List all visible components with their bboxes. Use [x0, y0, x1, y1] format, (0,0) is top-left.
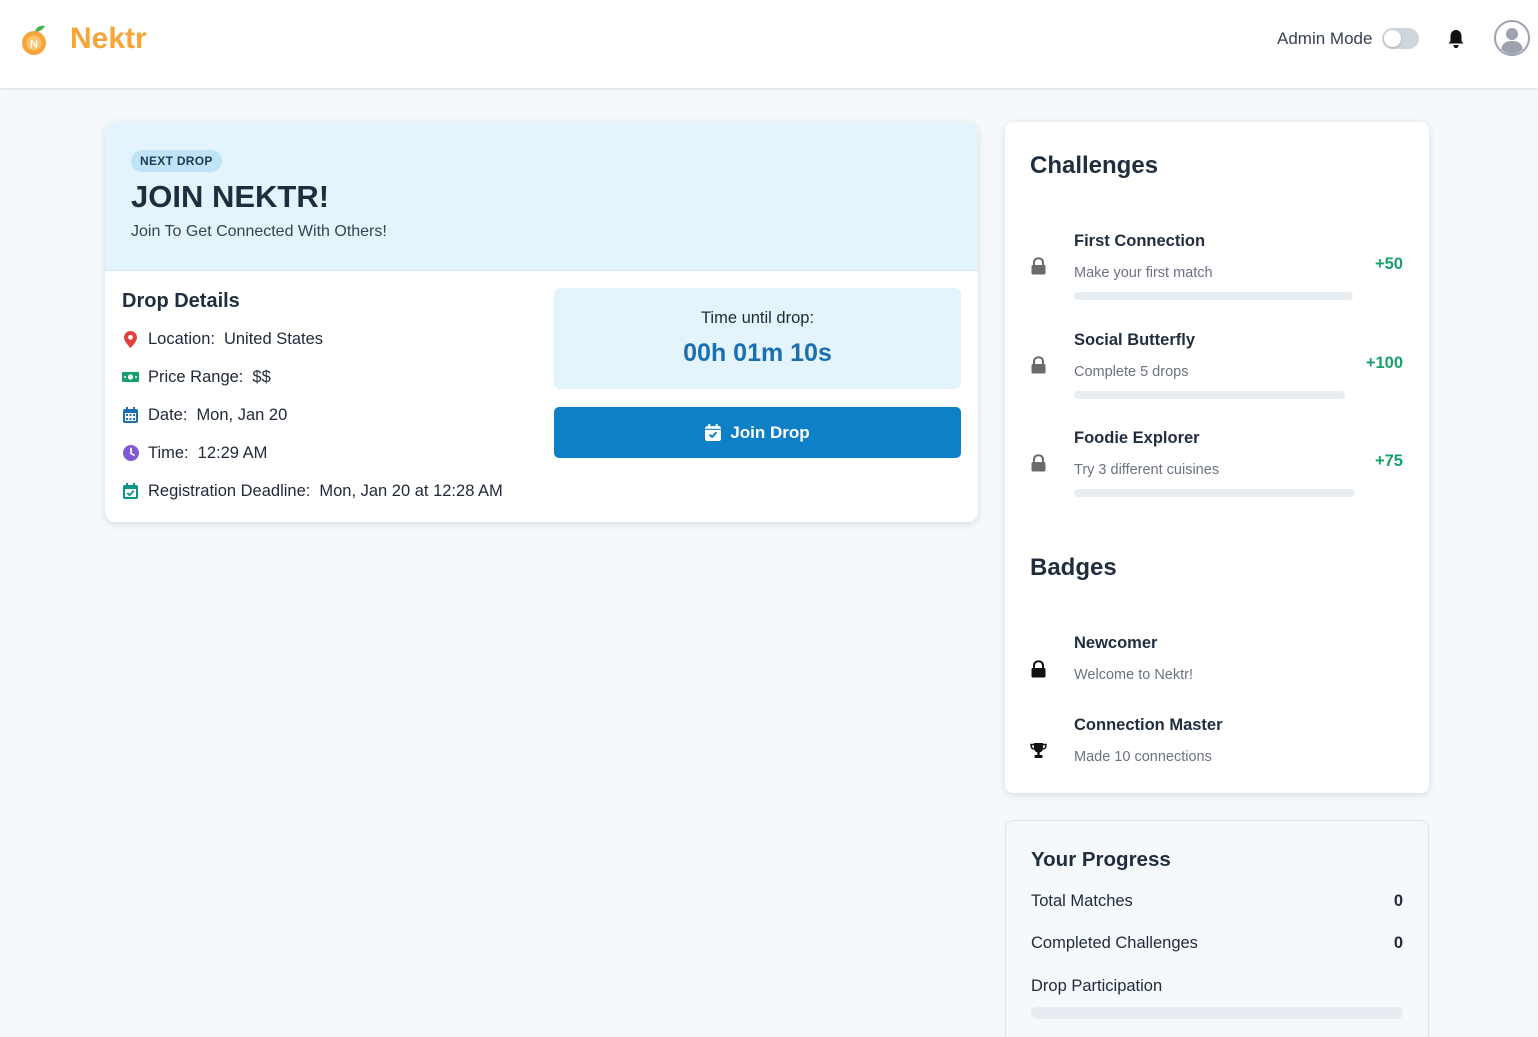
detail-value: Mon, Jan 20 at 12:28 AM: [319, 481, 503, 500]
join-drop-button[interactable]: Join Drop: [554, 407, 961, 458]
lock-icon: [1030, 454, 1047, 472]
challenge-name: Foodie Explorer: [1074, 429, 1200, 447]
badge-desc: Made 10 connections: [1074, 749, 1212, 765]
challenge-desc: Try 3 different cuisines: [1074, 462, 1220, 478]
progress-row-drop-participation: Drop Participation: [1031, 977, 1403, 996]
countdown-value: 00h 01m 10s: [683, 339, 832, 367]
lock-icon: [1030, 257, 1047, 275]
countdown-box: Time until drop: 00h 01m 10s: [554, 288, 961, 389]
lock-icon: [1030, 660, 1047, 678]
user-avatar-icon[interactable]: [1494, 20, 1530, 56]
next-drop-pill: NEXT DROP: [131, 150, 222, 172]
badge-desc: Welcome to Nektr!: [1074, 667, 1193, 683]
drop-details-title: Drop Details: [122, 290, 240, 312]
detail-value: Mon, Jan 20: [196, 405, 288, 424]
challenge-points: +100: [1365, 354, 1403, 372]
challenge-progress-bar: [1074, 292, 1353, 300]
progress-title: Your Progress: [1031, 848, 1171, 871]
detail-registration-deadline: Registration Deadline: Mon, Jan 20 at 12…: [122, 480, 503, 502]
badges-title: Badges: [1030, 554, 1117, 581]
challenge-desc: Make your first match: [1074, 265, 1213, 281]
calendar-icon: [122, 407, 139, 424]
challenges-badges-card: Challenges First Connection Make your fi…: [1005, 122, 1429, 793]
challenge-name: Social Butterfly: [1074, 331, 1196, 349]
challenge-name: First Connection: [1074, 232, 1206, 250]
drop-title: JOIN NEKTR!: [131, 179, 330, 214]
progress-row-total-matches: Total Matches 0: [1031, 892, 1403, 911]
challenge-item[interactable]: First Connection Make your first match +…: [1005, 232, 1429, 302]
progress-label: Completed Challenges: [1031, 934, 1198, 952]
next-drop-card: NEXT DROP JOIN NEKTR! Join To Get Connec…: [105, 122, 978, 522]
badge-name: Newcomer: [1074, 634, 1158, 652]
lock-icon: [1030, 356, 1047, 374]
join-drop-label: Join Drop: [730, 422, 810, 442]
detail-price-range: Price Range: $$: [122, 366, 271, 388]
challenge-progress-bar: [1074, 391, 1345, 399]
detail-date: Date: Mon, Jan 20: [122, 404, 287, 426]
challenge-points: +50: [1375, 255, 1403, 273]
progress-label: Drop Participation: [1031, 977, 1163, 995]
progress-label: Total Matches: [1031, 892, 1133, 910]
progress-row-completed-challenges: Completed Challenges 0: [1031, 934, 1403, 953]
detail-value: $$: [252, 367, 271, 386]
progress-value: 0: [1393, 934, 1403, 952]
toggle-knob: [1384, 30, 1401, 47]
countdown-label: Time until drop:: [700, 309, 815, 327]
drop-subtitle: Join To Get Connected With Others!: [131, 223, 387, 240]
map-pin-icon: [122, 330, 139, 348]
challenge-points: +75: [1375, 452, 1403, 470]
detail-time: Time: 12:29 AM: [122, 442, 267, 464]
challenge-progress-bar: [1074, 489, 1355, 497]
challenges-title: Challenges: [1030, 152, 1159, 179]
calendar-check-icon: [705, 424, 722, 441]
drop-banner: NEXT DROP JOIN NEKTR! Join To Get Connec…: [105, 122, 978, 271]
badge-name: Connection Master: [1074, 716, 1223, 734]
badge-item[interactable]: Newcomer Welcome to Nektr!: [1005, 634, 1429, 694]
brand-name[interactable]: Nektr: [70, 22, 147, 56]
your-progress-card: Your Progress Total Matches 0 Completed …: [1005, 820, 1429, 1037]
svg-text:N: N: [30, 39, 38, 51]
admin-mode-label: Admin Mode: [1277, 29, 1373, 48]
detail-label: Location:: [148, 329, 215, 348]
challenge-item[interactable]: Social Butterfly Complete 5 drops +100: [1005, 331, 1429, 401]
admin-mode-toggle[interactable]: [1382, 28, 1419, 49]
peach-logo-icon[interactable]: N: [20, 24, 50, 56]
badge-item[interactable]: Connection Master Made 10 connections: [1005, 716, 1429, 776]
challenge-desc: Complete 5 drops: [1074, 364, 1189, 380]
detail-label: Price Range:: [148, 367, 244, 386]
challenge-item[interactable]: Foodie Explorer Try 3 different cuisines…: [1005, 429, 1429, 499]
detail-value: United States: [223, 329, 324, 348]
progress-value: 0: [1393, 892, 1403, 910]
clock-icon: [122, 445, 139, 462]
detail-value: 12:29 AM: [197, 443, 268, 462]
detail-label: Time:: [148, 443, 189, 462]
calendar-check-icon: [122, 483, 139, 500]
detail-label: Date:: [148, 405, 188, 424]
bell-icon[interactable]: [1447, 29, 1465, 49]
drop-participation-bar: [1031, 1007, 1403, 1019]
money-icon: [122, 369, 139, 386]
trophy-icon: [1030, 742, 1047, 760]
detail-label: Registration Deadline:: [148, 481, 311, 500]
detail-location: Location: United States: [122, 328, 323, 350]
top-navbar: N Nektr Admin Mode: [0, 0, 1538, 88]
